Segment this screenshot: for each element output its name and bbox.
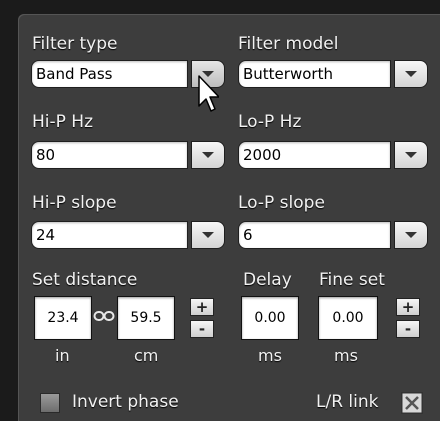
hip-hz-label: Hi-P Hz <box>32 112 94 132</box>
lr-link-checkbox[interactable] <box>401 392 423 414</box>
mouse-pointer-icon <box>198 75 219 112</box>
lop-slope-label: Lo-P slope <box>238 193 325 213</box>
fine-set-label: Fine set <box>319 270 385 290</box>
hip-slope-dropdown-button[interactable] <box>191 221 225 249</box>
lop-slope-dropdown-button[interactable] <box>394 221 428 249</box>
filter-model-dropdown-button[interactable] <box>394 60 428 88</box>
chevron-down-icon <box>405 71 417 77</box>
link-icon <box>93 311 115 321</box>
lop-hz-value[interactable]: 2000 <box>238 141 391 169</box>
hip-hz-dropdown[interactable]: 80 <box>31 141 225 169</box>
fine-set-input[interactable]: 0.00 <box>318 296 378 340</box>
delay-input[interactable]: 0.00 <box>241 296 299 340</box>
lop-slope-value[interactable]: 6 <box>238 221 391 249</box>
inches-unit-label: in <box>55 346 70 365</box>
chevron-down-icon <box>405 232 417 238</box>
hip-slope-value[interactable]: 24 <box>31 221 188 249</box>
filter-type-dropdown[interactable]: Band Pass <box>31 60 225 88</box>
hip-hz-value[interactable]: 80 <box>31 141 188 169</box>
hip-slope-dropdown[interactable]: 24 <box>31 221 225 249</box>
fine-set-increment-button[interactable]: + <box>396 298 420 316</box>
filter-model-label: Filter model <box>238 34 339 54</box>
fine-set-unit-label: ms <box>334 346 358 365</box>
lop-slope-dropdown[interactable]: 6 <box>238 221 428 249</box>
distance-increment-button[interactable]: + <box>190 298 214 316</box>
delay-unit-label: ms <box>258 346 282 365</box>
distance-inches-input[interactable]: 23.4 <box>34 296 92 340</box>
fine-set-decrement-button[interactable]: - <box>396 320 420 338</box>
lop-hz-dropdown[interactable]: 2000 <box>238 141 428 169</box>
hip-hz-dropdown-button[interactable] <box>191 141 225 169</box>
filter-model-dropdown[interactable]: Butterworth <box>238 60 428 88</box>
lr-link-label: L/R link <box>316 392 379 412</box>
delay-label: Delay <box>243 270 292 290</box>
chevron-down-icon <box>202 152 214 158</box>
lop-hz-label: Lo-P Hz <box>238 112 302 132</box>
distance-cm-input[interactable]: 59.5 <box>117 296 175 340</box>
set-distance-label: Set distance <box>32 270 138 290</box>
filter-type-label: Filter type <box>32 34 118 54</box>
hip-slope-label: Hi-P slope <box>32 193 117 213</box>
filter-model-value[interactable]: Butterworth <box>238 60 391 88</box>
distance-decrement-button[interactable]: - <box>190 320 214 338</box>
cm-unit-label: cm <box>134 346 159 365</box>
chevron-down-icon <box>202 232 214 238</box>
invert-phase-label: Invert phase <box>72 392 179 412</box>
chevron-down-icon <box>405 152 417 158</box>
filter-type-value[interactable]: Band Pass <box>31 60 188 88</box>
invert-phase-checkbox[interactable] <box>40 393 60 413</box>
lop-hz-dropdown-button[interactable] <box>394 141 428 169</box>
